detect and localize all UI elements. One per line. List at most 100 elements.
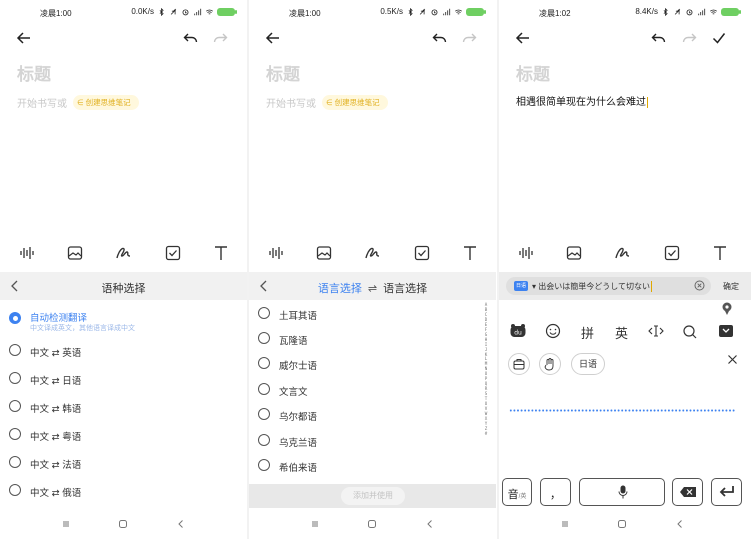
close-icon[interactable] [727,354,738,365]
image-icon[interactable] [315,244,333,262]
radio-button[interactable] [258,408,270,420]
pinyin-mode[interactable]: 拼 [581,323,594,342]
radio-button[interactable] [9,428,21,440]
note-title-placeholder[interactable]: 标题 [516,60,550,85]
lang-option[interactable]: 希伯来语 [249,454,496,478]
checkmark-icon[interactable] [711,30,727,46]
voice-wave-icon[interactable] [18,244,36,262]
backspace-key[interactable] [672,478,703,506]
voice-wave-icon[interactable] [267,244,285,262]
lang-option[interactable]: 中文 ⇄ 法语 [0,451,247,475]
alphabet-index[interactable]: A B C D E F G H I J K L M N O P Q R S T U V W X Y Z # [483,302,489,437]
undo-icon[interactable] [432,30,448,46]
radio-button[interactable] [258,434,270,446]
add-and-use-button[interactable]: 添加并使用 [341,487,405,505]
ime-bottom-keys: 音/英 ， [499,478,751,508]
collapse-keyboard-icon[interactable] [718,324,734,338]
voice-key[interactable] [579,478,665,506]
translate-language-tag[interactable]: 日语 [514,281,528,291]
radio-button[interactable] [258,332,270,344]
radio-button[interactable] [9,344,21,356]
note-body[interactable]: 相遇很简单现在为什么会难过 [516,93,648,108]
emoji-icon[interactable] [545,323,561,339]
text-format-icon[interactable] [711,244,729,262]
undo-icon[interactable] [183,30,199,46]
lang-option[interactable]: 中文 ⇄ 日语 [0,367,247,391]
radio-button[interactable] [9,372,21,384]
lang-option[interactable]: 乌克兰语 [249,429,496,453]
text-format-icon[interactable] [461,244,479,262]
pin-icon[interactable] [721,302,733,316]
home-icon[interactable] [617,519,627,529]
radio-button[interactable] [258,357,270,369]
english-mode[interactable]: 英 [615,323,628,342]
enter-key[interactable] [711,478,742,506]
undo-icon[interactable] [651,30,667,46]
note-title-placeholder[interactable]: 标题 [17,60,51,85]
checklist-icon[interactable] [164,244,182,262]
back-arrow-icon[interactable] [515,30,531,46]
toolbox-button[interactable] [508,353,530,375]
handwriting-icon[interactable] [614,244,632,262]
redo-icon[interactable] [212,30,228,46]
checklist-icon[interactable] [663,244,681,262]
note-body-placeholder[interactable]: 开始书写或 ∈ 创建思维笔记 [17,95,139,110]
cn-en-switch-key[interactable]: 音/英 [502,478,532,506]
punctuation-key[interactable]: ， [540,478,571,506]
back-arrow-icon[interactable] [16,30,32,46]
checklist-icon[interactable] [413,244,431,262]
lang-option[interactable]: 乌尔都语 [249,403,496,427]
menu-icon[interactable] [310,519,320,529]
target-language-tab[interactable]: 语言选择 [383,283,427,295]
create-mind-map-chip[interactable]: ∈ 创建思维笔记 [73,95,139,110]
swap-icon[interactable]: ⇌ [368,283,377,295]
home-icon[interactable] [367,519,377,529]
text-format-icon[interactable] [212,244,230,262]
redo-icon[interactable] [461,30,477,46]
radio-selected[interactable] [9,312,21,324]
lang-option[interactable]: 威尔士语 [249,352,496,376]
clear-icon[interactable] [694,280,705,291]
lang-option-auto[interactable]: 自动检测翻译 中文译成英文，其他语言译成中文 [0,307,247,332]
lang-option[interactable]: 瓦隆语 [249,327,496,351]
redo-icon[interactable] [681,30,697,46]
mute-icon [419,8,426,15]
home-icon[interactable] [118,519,128,529]
handwriting-icon[interactable] [364,244,382,262]
lang-option[interactable]: 土耳其语 [249,302,496,326]
gesture-button[interactable] [539,353,561,375]
translation-input[interactable]: 日语 ▾ 出会いは簡単今どうして切ない [506,277,711,295]
voice-wave-icon[interactable] [517,244,535,262]
create-mind-map-chip[interactable]: ∈ 创建思维笔记 [322,95,388,110]
menu-icon[interactable] [560,519,570,529]
confirm-button[interactable]: 确定 [723,281,739,292]
cursor-move-icon[interactable] [648,324,664,338]
language-chip[interactable]: 日语 [571,353,605,375]
back-arrow-icon[interactable] [265,30,281,46]
handwriting-icon[interactable] [115,244,133,262]
search-icon[interactable] [682,324,698,340]
nav-back-icon[interactable] [425,519,435,529]
lang-option[interactable]: 中文 ⇄ 韩语 [0,395,247,419]
lang-option[interactable]: 中文 ⇄ 英语 [0,339,247,363]
hand-gesture-icon [544,358,554,371]
menu-icon[interactable] [61,519,71,529]
radio-button[interactable] [258,383,270,395]
nav-back-icon[interactable] [675,519,685,529]
radio-button[interactable] [9,400,21,412]
note-title-placeholder[interactable]: 标题 [266,60,300,85]
bear-logo-icon[interactable]: du [509,323,527,339]
lang-option[interactable]: 中文 ⇄ 粤语 [0,423,247,447]
lang-option[interactable]: 文言文 [249,378,496,402]
alphabet-index-letter[interactable]: # [483,431,489,437]
lang-option[interactable]: 中文 ⇄ 俄语 [0,479,247,503]
source-language-tab[interactable]: 语言选择 [318,283,362,295]
radio-button[interactable] [9,456,21,468]
radio-button[interactable] [258,307,270,319]
radio-button[interactable] [258,459,270,471]
image-icon[interactable] [565,244,583,262]
note-body-placeholder[interactable]: 开始书写或 ∈ 创建思维笔记 [266,95,388,110]
nav-back-icon[interactable] [176,519,186,529]
image-icon[interactable] [66,244,84,262]
radio-button[interactable] [9,484,21,496]
